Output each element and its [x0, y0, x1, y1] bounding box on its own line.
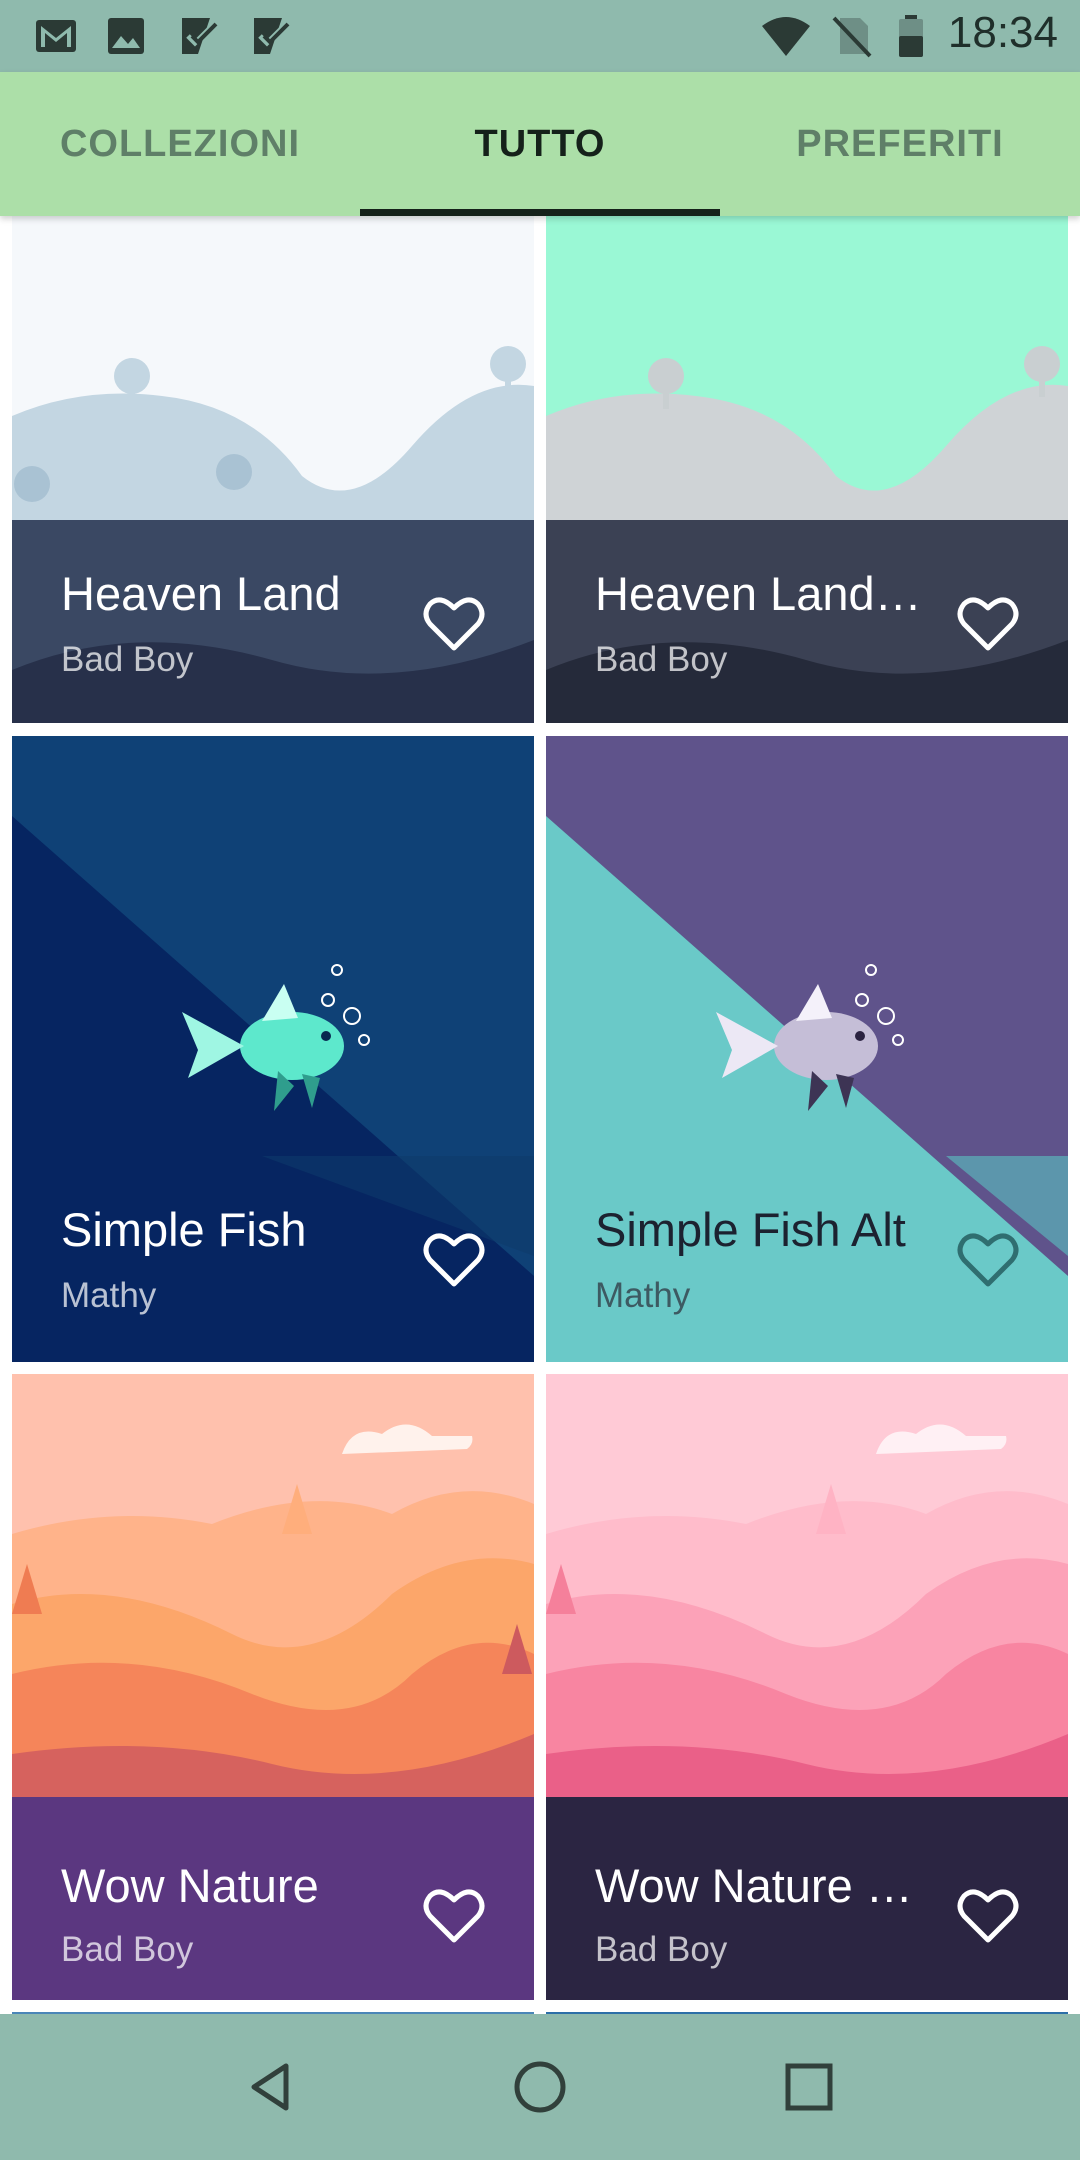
wallpaper-card-wow-nature-alt[interactable]: Wow Nature … Bad Boy	[546, 1374, 1068, 2000]
card-title: Simple Fish Alt	[595, 1203, 906, 1256]
task-check-icon	[254, 18, 290, 54]
card-title: Simple Fish	[61, 1203, 307, 1256]
card-author: Mathy	[595, 1276, 691, 1315]
card-author: Bad Boy	[61, 1930, 194, 1969]
clock: 18:34	[947, 8, 1058, 57]
wallpaper-card-wow-nature[interactable]: Wow Nature Bad Boy	[12, 1374, 534, 2000]
wallpaper-card-heaven-land-alt[interactable]: Heaven Land … Bad Boy	[546, 216, 1068, 723]
favorite-heart-icon[interactable]	[956, 1230, 1020, 1290]
favorite-heart-icon[interactable]	[956, 1886, 1020, 1946]
wallpaper-card-simple-fish[interactable]: Simple Fish Mathy	[12, 736, 534, 1362]
recents-icon[interactable]	[776, 2054, 842, 2120]
tab-tutto[interactable]: TUTTO	[360, 72, 720, 216]
battery-icon	[899, 15, 923, 57]
card-author: Bad Boy	[595, 1930, 728, 1969]
navigation-bar	[0, 2014, 1080, 2160]
card-author: Mathy	[61, 1276, 157, 1315]
favorite-heart-icon[interactable]	[422, 1230, 486, 1290]
back-icon[interactable]	[238, 2054, 304, 2120]
gallery-icon	[108, 18, 144, 54]
status-bar: 18:34	[0, 0, 1080, 72]
card-title: Wow Nature	[61, 1859, 319, 1912]
tab-bar: COLLEZIONI TUTTO PREFERITI	[0, 72, 1080, 216]
wallpaper-card-simple-fish-alt[interactable]: Simple Fish Alt Mathy	[546, 736, 1068, 1362]
gmail-icon	[36, 20, 76, 52]
tab-preferiti[interactable]: PREFERITI	[720, 72, 1080, 216]
favorite-heart-icon[interactable]	[422, 1886, 486, 1946]
card-title: Wow Nature …	[595, 1859, 913, 1912]
wallpaper-grid[interactable]: Heaven Land Bad Boy Heaven Land … Bad Bo…	[0, 216, 1080, 2014]
active-tab-indicator	[360, 209, 720, 216]
card-author: Bad Boy	[595, 640, 728, 679]
tab-collezioni[interactable]: COLLEZIONI	[0, 72, 360, 216]
card-title: Heaven Land	[61, 567, 341, 620]
card-title: Heaven Land …	[595, 567, 925, 620]
favorite-heart-icon[interactable]	[422, 594, 486, 654]
task-check-icon	[182, 18, 218, 54]
no-sim-icon	[832, 16, 872, 58]
wallpaper-card-heaven-land[interactable]: Heaven Land Bad Boy	[12, 216, 534, 723]
home-icon[interactable]	[507, 2054, 573, 2120]
favorite-heart-icon[interactable]	[956, 594, 1020, 654]
wifi-icon	[762, 17, 810, 56]
card-author: Bad Boy	[61, 640, 194, 679]
